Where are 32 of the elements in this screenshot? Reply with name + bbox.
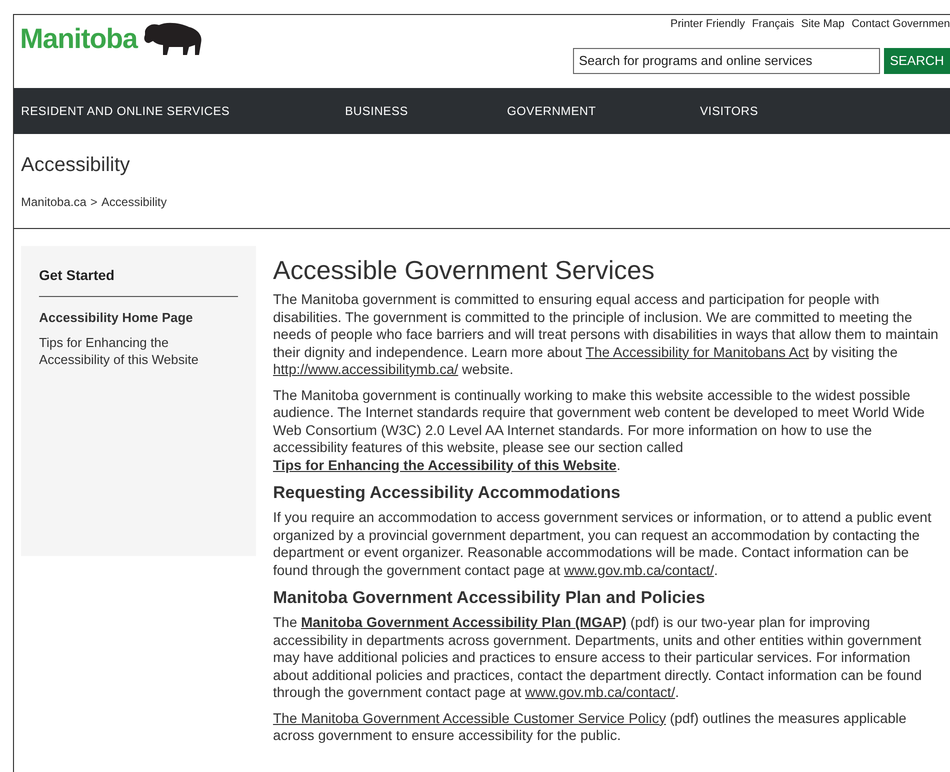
utility-link[interactable]: Contact Governmen: [852, 16, 950, 32]
nav-link[interactable]: GOVERNMENT: [507, 102, 700, 120]
utility-link[interactable]: Français: [752, 16, 794, 32]
text-link[interactable]: The Manitoba Government Accessible Customer Service Policy: [273, 710, 666, 726]
text-link[interactable]: www.gov.mb.ca/contact/: [564, 562, 714, 578]
subsection-heading: Manitoba Government Accessibility Plan and Policies: [273, 587, 706, 609]
breadcrumb-link[interactable]: Accessibility: [101, 193, 167, 211]
section-heading: Accessible Government Services: [273, 255, 656, 285]
nav-link[interactable]: BUSINESS: [345, 102, 507, 120]
text-link[interactable]: The Accessibility for Manitobans Act: [586, 344, 809, 360]
search-field[interactable]: Search for programs and online services: [572, 48, 880, 74]
text-link[interactable]: www.gov.mb.ca/contact/: [525, 684, 676, 700]
nav-link[interactable]: RESIDENT AND ONLINE SERVICES: [14, 102, 345, 120]
sidebar-link[interactable]: Tips for Enhancing the Accessibility of this Website: [39, 334, 238, 368]
utility-link[interactable]: Site Map: [801, 16, 845, 32]
paragraph: The Manitoba Government Accessible Customer Service Policy (pdf) outlines the measures applicable across government to ensure accessibility for the public.: [273, 710, 908, 744]
breadcrumb-separator: >: [90, 194, 98, 211]
text-link[interactable]: http://www.accessibilitymb.ca/: [273, 361, 458, 377]
text-link[interactable]: Tips for Enhancing the Accessibility of this Website: [273, 456, 617, 472]
search-button[interactable]: SEARCH: [884, 48, 950, 74]
subsection-heading: Requesting Accessibility Accommodations: [273, 482, 622, 504]
paragraph: The Manitoba Government Accessibility Plan (MGAP) (pdf) is our two-year plan for improving accessibility in departments across government. Departments, units and other entities within government may have additional policies and practices to ensure access to their particular services. For information about additional policies and practices, contact the department directly. Contact information can be found through the government contact page at www.gov.mb.ca/contact/.: [273, 614, 923, 702]
paragraph: The Manitoba government is continually working to make this website accessible to the widest possible audience. The Internet standards require that government web content be developed to meet World Wide Web Consortium (W3C) 2.0 Level AA Internet standards. For more information on how to use the accessibility features of this website, please see our section called Tips for Enhancing the Accessibility of this Website.: [273, 386, 926, 474]
text-link[interactable]: Manitoba Government Accessibility Plan (MGAP): [301, 614, 626, 630]
paragraph: If you require an accommodation to access government services or information, or to attend a public event organized by a provincial government department, you can request an accommodation by contacting the department or event organizer. Reasonable accommodations will be made. Contact information can be found through the government contact page at www.gov.mb.ca/contact/.: [273, 509, 932, 579]
sidebar-title: Get Started: [39, 265, 238, 297]
page-title: Accessibility: [21, 153, 131, 177]
paragraph: The Manitoba government is committed to ensuring equal access and participation for people with disabilities. The government is committed to the principle of inclusion. We are committed to meeting the needs of people who face barriers and will treat persons with disabilities in ways that allow them to maintain their dignity and independence. Learn more about The Accessibility for Manitobans Act by visiting the http://www.accessibilitymb.ca/ website.: [273, 291, 940, 378]
utility-link[interactable]: Printer Friendly: [670, 16, 745, 32]
nav-link[interactable]: VISITORS: [700, 102, 758, 120]
sidebar-link[interactable]: Accessibility Home Page: [39, 309, 238, 326]
breadcrumb-link[interactable]: Manitoba.ca: [21, 193, 86, 211]
